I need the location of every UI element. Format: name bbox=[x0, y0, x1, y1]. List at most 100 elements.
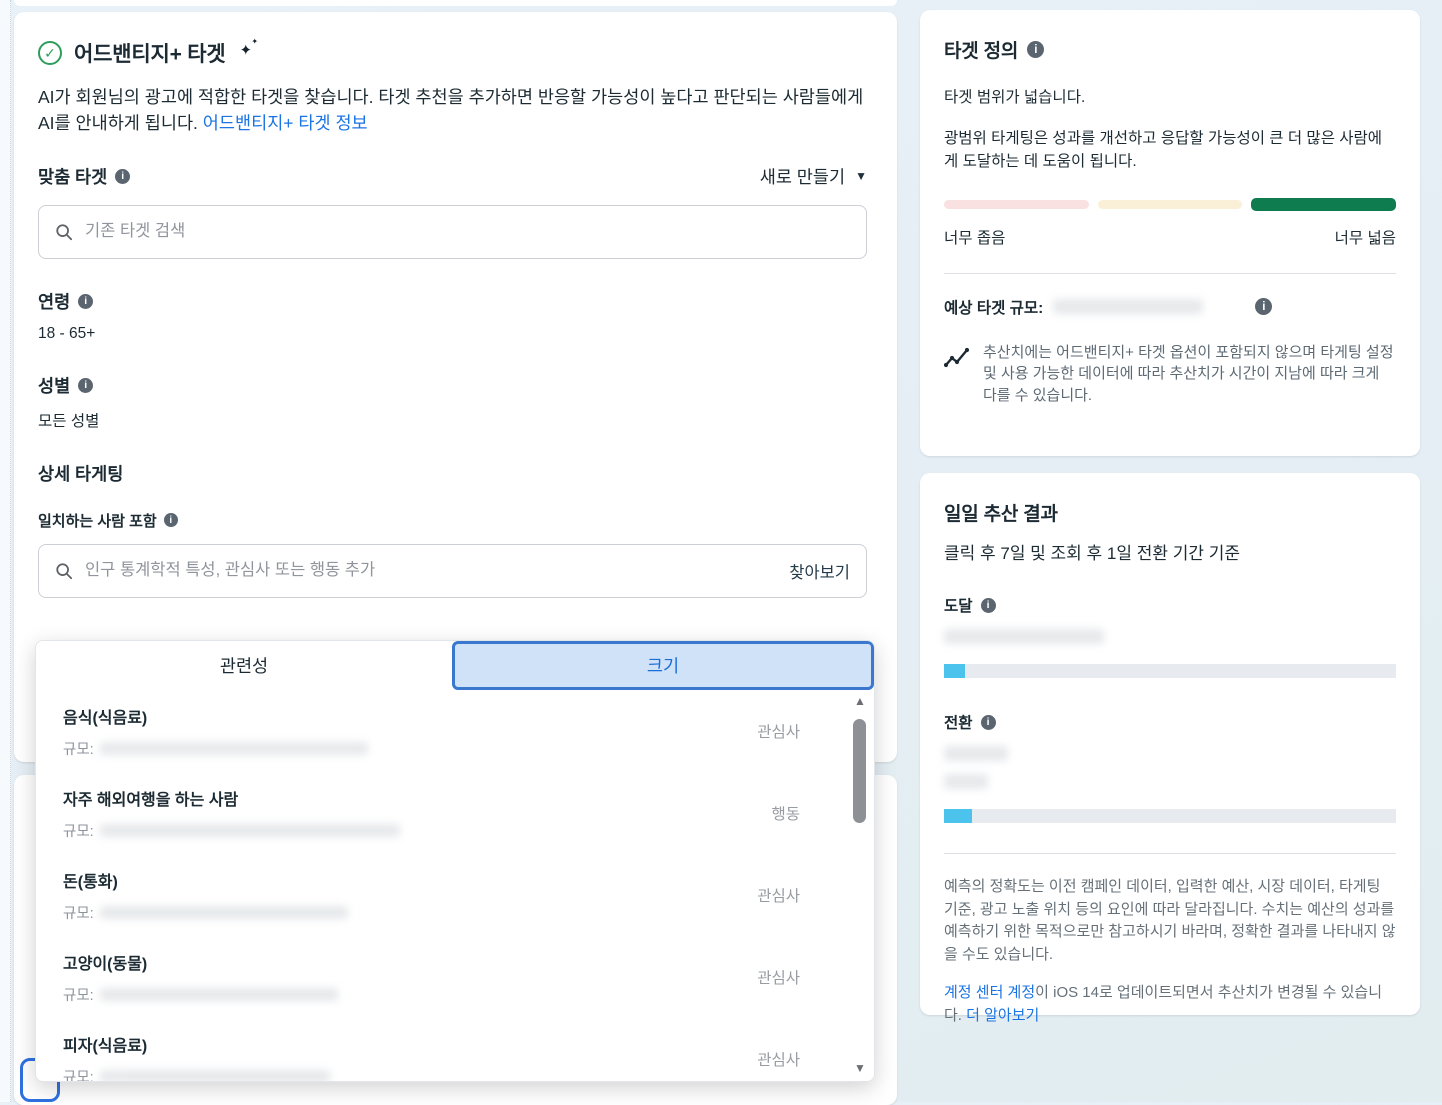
conversions-bar-fill bbox=[944, 809, 973, 823]
option-title: 돈(통화) bbox=[63, 874, 118, 891]
gauge-segment-broad bbox=[1251, 197, 1397, 211]
age-label: 연령 bbox=[38, 291, 71, 312]
reach-value bbox=[944, 629, 1396, 649]
chevron-down-icon: ▼ bbox=[855, 169, 867, 183]
targeting-option-row[interactable]: 음식(식음료) 규모: 관심사 bbox=[36, 690, 874, 772]
scroll-down-arrow[interactable]: ▼ bbox=[851, 1062, 869, 1074]
reach-label-row: 도달 i bbox=[944, 594, 996, 616]
gauge-segment-narrow bbox=[944, 199, 1089, 209]
gauge-label-too-broad: 너무 넓음 bbox=[1334, 229, 1396, 247]
dropdown-scrollbar: ▲ ▼ bbox=[851, 693, 869, 1076]
option-title: 피자(식음료) bbox=[63, 1038, 148, 1055]
gender-label: 성별 bbox=[38, 375, 71, 396]
option-size-label: 규모: bbox=[63, 824, 94, 840]
redacted-conversions-value bbox=[944, 774, 988, 789]
account-center-link[interactable]: 계정 센터 계정 bbox=[944, 984, 1035, 1001]
search-icon bbox=[56, 223, 73, 240]
conversions-value bbox=[944, 746, 1396, 766]
suggestions-tabbar: 관련성 크기 bbox=[36, 641, 874, 690]
reach-bar-fill bbox=[944, 664, 965, 678]
gender-value: 모든 성별 bbox=[38, 412, 100, 430]
scroll-up-arrow[interactable]: ▲ bbox=[851, 695, 869, 707]
option-type-badge: 관심사 bbox=[757, 888, 800, 905]
gauge-label-too-narrow: 너무 좁음 bbox=[944, 229, 1006, 247]
info-icon[interactable]: i bbox=[78, 293, 94, 309]
section-title: 어드밴티지+ 타겟 bbox=[74, 43, 226, 66]
advantage-audience-header: ✓ 어드밴티지+ 타겟 ✦ ✦ bbox=[38, 37, 867, 68]
custom-audience-label-row: 맞춤 타겟 i bbox=[38, 164, 131, 189]
audience-definition-title: 타겟 정의 bbox=[944, 41, 1019, 62]
estimated-audience-size-row: 예상 타겟 규모: i bbox=[944, 296, 1396, 318]
conversions-label: 전환 bbox=[944, 715, 973, 732]
targeting-option-row[interactable]: 고양이(동물) 규모: 관심사 bbox=[36, 936, 874, 1018]
option-type-badge: 행동 bbox=[771, 806, 800, 823]
info-icon[interactable]: i bbox=[115, 168, 131, 184]
ai-sparkle-icon: ✦ ✦ bbox=[239, 37, 259, 59]
option-title: 고양이(동물) bbox=[63, 956, 148, 973]
targeting-option-row[interactable]: 피자(식음료) 규모: 관심사 bbox=[36, 1018, 874, 1082]
gauge-segment-balanced bbox=[1097, 199, 1243, 209]
existing-audience-search-input[interactable] bbox=[83, 221, 850, 242]
detailed-targeting-search-input[interactable] bbox=[83, 560, 780, 581]
info-icon[interactable]: i bbox=[78, 377, 94, 393]
include-people-label: 일치하는 사람 포함 bbox=[38, 512, 157, 530]
redacted-size-value bbox=[99, 988, 338, 1001]
audience-breadth-gauge bbox=[944, 197, 1397, 211]
estimate-note-row: 추산치에는 어드밴티지+ 타겟 옵션이 포함되지 않으며 타게팅 설정 및 사용… bbox=[944, 342, 1396, 407]
page-left-gutter bbox=[0, 0, 11, 1102]
targeting-suggestions-dropdown: 관련성 크기 음식(식음료) 규모: 관심사 자주 해외여행을 하는 사람 규모… bbox=[35, 640, 875, 1082]
option-type-badge: 관심사 bbox=[757, 970, 800, 987]
option-title: 음식(식음료) bbox=[63, 710, 148, 727]
conversions-bar bbox=[944, 809, 1396, 823]
include-people-label-row: 일치하는 사람 포함 i bbox=[38, 510, 178, 531]
divider bbox=[944, 272, 1396, 274]
option-title: 자주 해외여행을 하는 사람 bbox=[63, 792, 239, 809]
info-icon[interactable]: i bbox=[980, 597, 996, 613]
option-size-label: 규모: bbox=[63, 1070, 94, 1082]
advantage-description: AI가 회원님의 광고에 적합한 타겟을 찾습니다. 타겟 추천을 추가하면 반… bbox=[38, 84, 867, 137]
redacted-reach-value bbox=[944, 629, 1104, 644]
trend-line-icon bbox=[944, 347, 970, 367]
gender-section: 성별 i 모든 성별 bbox=[38, 373, 867, 431]
existing-audience-search[interactable] bbox=[38, 204, 867, 259]
detailed-targeting-heading: 상세 타게팅 bbox=[38, 463, 124, 484]
advantage-description-text: AI가 회원님의 광고에 적합한 타겟을 찾습니다. 타겟 추천을 추가하면 반… bbox=[38, 87, 864, 134]
info-icon[interactable]: i bbox=[980, 714, 996, 730]
audience-breadth-status: 타겟 범위가 넓습니다. bbox=[944, 89, 1086, 106]
learn-more-link[interactable]: 더 알아보기 bbox=[966, 1007, 1039, 1024]
option-size-label: 규모: bbox=[63, 906, 94, 922]
create-new-dropdown[interactable]: 새로 만들기 ▼ bbox=[760, 164, 867, 189]
conversions-value-2 bbox=[944, 774, 1396, 794]
scrollbar-thumb[interactable] bbox=[853, 719, 866, 823]
daily-estimated-results-card: 일일 추산 결과 클릭 후 7일 및 조회 후 1일 전환 기간 기준 도달 i… bbox=[920, 473, 1420, 1024]
detailed-targeting-search[interactable]: 찾아보기 bbox=[38, 543, 867, 598]
age-value: 18 - 65+ bbox=[38, 324, 96, 342]
estimate-note-text: 추산치에는 어드밴티지+ 타겟 옵션이 포함되지 않으며 타게팅 설정 및 사용… bbox=[983, 343, 1394, 405]
audience-definition-description: 광범위 타게팅은 성과를 개선하고 응답할 가능성이 큰 더 많은 사람에게 도… bbox=[944, 130, 1383, 171]
divider bbox=[944, 853, 1396, 854]
estimated-size-label: 예상 타겟 규모: bbox=[944, 299, 1044, 317]
age-section: 연령 i 18 - 65+ bbox=[38, 289, 867, 343]
browse-button[interactable]: 찾아보기 bbox=[789, 559, 850, 583]
targeting-option-row[interactable]: 돈(통화) 규모: 관심사 bbox=[36, 854, 874, 936]
ios14-note: 계정 센터 계정이 iOS 14로 업데이트되면서 추산치가 변경될 수 있습니… bbox=[944, 982, 1396, 1027]
redacted-size-value bbox=[99, 1070, 330, 1081]
info-icon[interactable]: i bbox=[1255, 298, 1273, 315]
forecast-disclaimer: 예측의 정확도는 이전 캠페인 데이터, 입력한 예산, 시장 데이터, 타게팅… bbox=[944, 878, 1396, 963]
redacted-conversions-value bbox=[944, 746, 1008, 761]
redacted-estimate-value bbox=[1053, 299, 1204, 314]
tab-relevance[interactable]: 관련성 bbox=[36, 641, 452, 690]
redacted-size-value bbox=[99, 742, 368, 755]
option-type-badge: 관심사 bbox=[757, 1052, 800, 1069]
tab-size[interactable]: 크기 bbox=[452, 641, 874, 690]
targeting-option-row[interactable]: 자주 해외여행을 하는 사람 규모: 행동 bbox=[36, 772, 874, 854]
option-size-label: 규모: bbox=[63, 988, 94, 1004]
option-size-label: 규모: bbox=[63, 742, 94, 758]
reach-bar bbox=[944, 664, 1396, 678]
check-circle-icon: ✓ bbox=[38, 41, 62, 65]
daily-results-subtitle: 클릭 후 7일 및 조회 후 1일 전환 기간 기준 bbox=[944, 544, 1241, 563]
info-icon[interactable]: i bbox=[1027, 41, 1045, 58]
advantage-info-link[interactable]: 어드밴티지+ 타겟 정보 bbox=[203, 113, 368, 133]
info-icon[interactable]: i bbox=[163, 513, 178, 527]
suggestions-list: 음식(식음료) 규모: 관심사 자주 해외여행을 하는 사람 규모: 행동 돈(… bbox=[36, 690, 874, 1082]
